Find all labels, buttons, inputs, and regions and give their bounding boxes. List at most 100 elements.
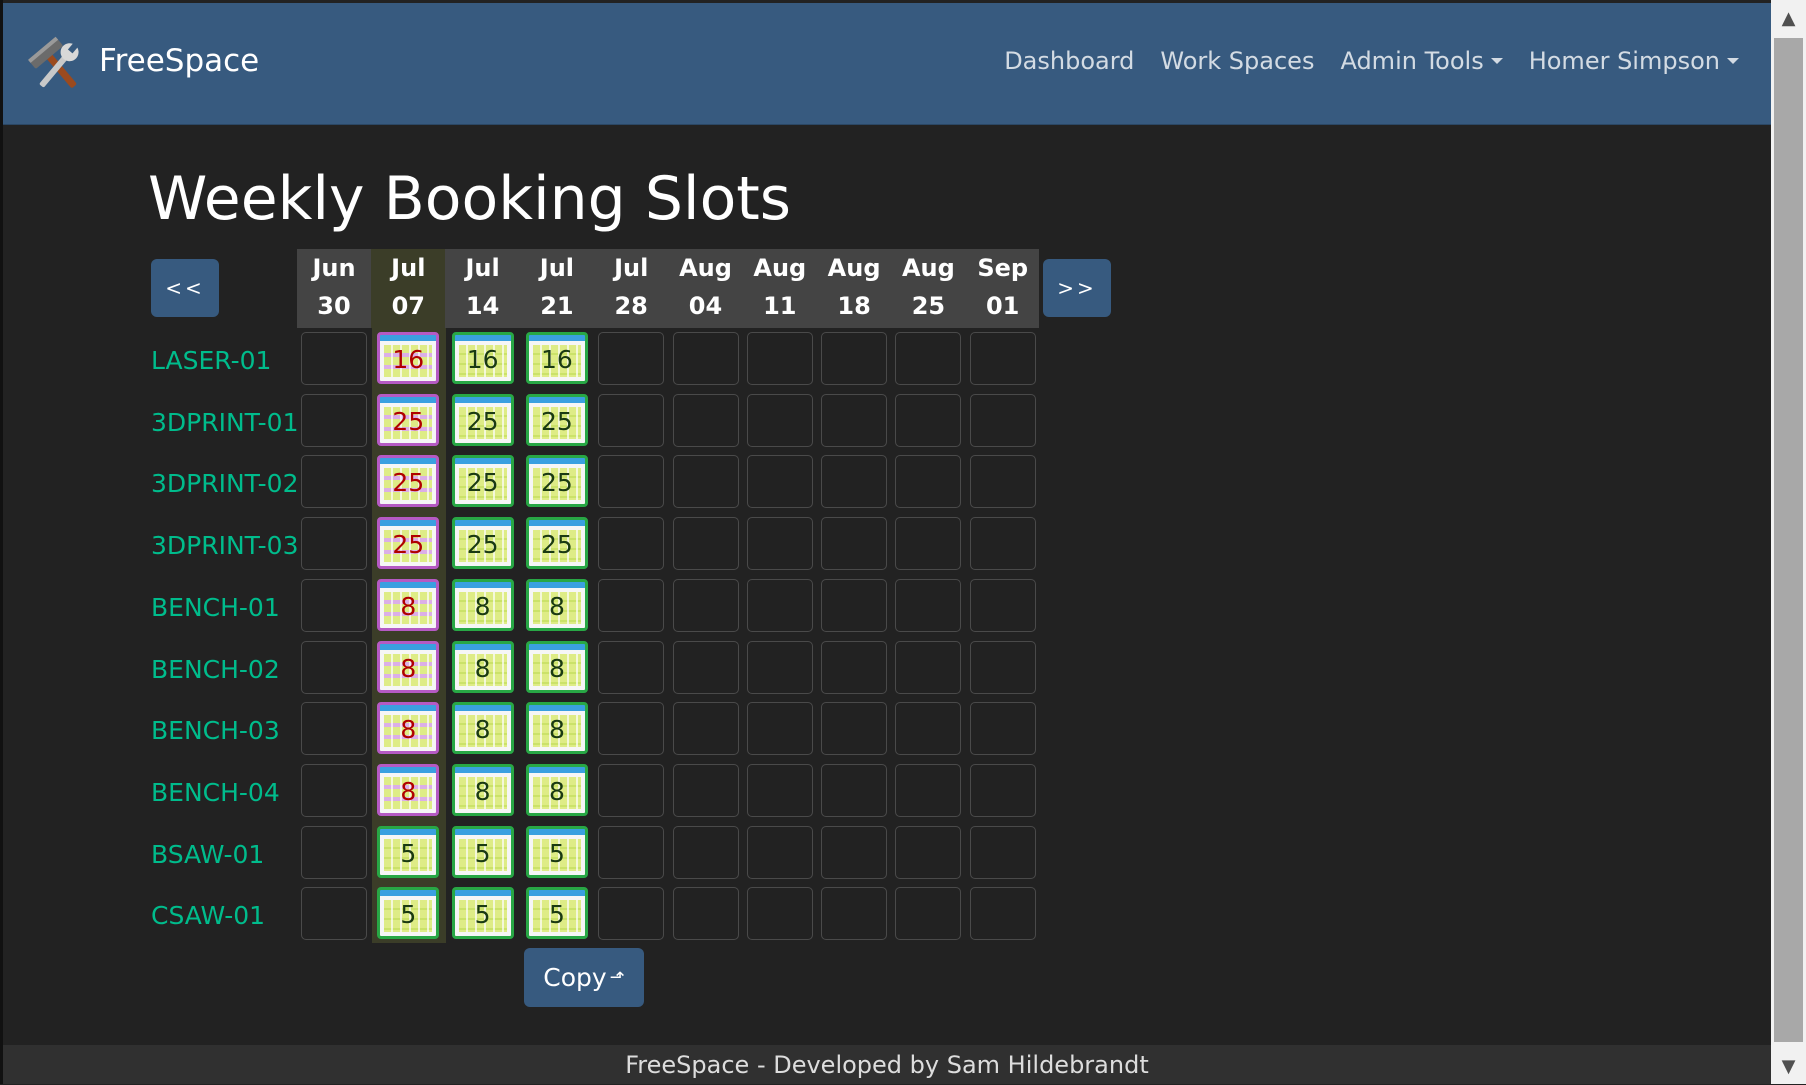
empty-slot-cell[interactable] <box>672 455 739 509</box>
empty-slot-cell[interactable] <box>598 702 665 756</box>
empty-slot-cell[interactable] <box>672 887 739 941</box>
booking-slot-pending[interactable]: 8 <box>377 702 440 755</box>
empty-slot-cell[interactable] <box>969 825 1036 879</box>
empty-slot-cell[interactable] <box>821 517 888 571</box>
empty-slot-cell[interactable] <box>969 455 1036 509</box>
empty-slot-cell[interactable] <box>301 455 367 509</box>
empty-slot-cell[interactable] <box>746 887 813 941</box>
empty-slot-cell[interactable] <box>598 455 665 509</box>
booking-slot-confirmed[interactable]: 8 <box>525 578 588 631</box>
empty-slot-cell[interactable] <box>821 825 888 879</box>
empty-slot-cell[interactable] <box>301 332 367 385</box>
empty-slot-cell[interactable] <box>821 640 888 694</box>
empty-slot-cell[interactable] <box>969 887 1036 941</box>
empty-slot-cell[interactable] <box>598 640 665 694</box>
empty-slot-cell[interactable] <box>746 578 813 632</box>
empty-slot-cell[interactable] <box>895 763 962 817</box>
previous-weeks-button[interactable]: << <box>151 259 219 317</box>
booking-slot-confirmed[interactable]: 5 <box>451 887 514 940</box>
empty-slot-cell[interactable] <box>969 517 1036 571</box>
empty-slot-cell[interactable] <box>672 825 739 879</box>
empty-slot-cell[interactable] <box>969 640 1036 694</box>
empty-slot-cell[interactable] <box>672 332 739 385</box>
empty-slot-cell[interactable] <box>598 763 665 817</box>
empty-slot-cell[interactable] <box>895 393 962 447</box>
empty-slot-cell[interactable] <box>969 578 1036 632</box>
booking-slot-confirmed[interactable]: 25 <box>451 517 514 570</box>
booking-slot-pending[interactable]: 25 <box>377 393 440 446</box>
empty-slot-cell[interactable] <box>895 455 962 509</box>
empty-slot-cell[interactable] <box>746 825 813 879</box>
empty-slot-cell[interactable] <box>672 517 739 571</box>
empty-slot-cell[interactable] <box>672 640 739 694</box>
empty-slot-cell[interactable] <box>598 825 665 879</box>
booking-slot-confirmed[interactable]: 25 <box>525 517 588 570</box>
nav-link-dashboard[interactable]: Dashboard <box>1004 47 1134 75</box>
booking-slot-confirmed[interactable]: 5 <box>377 825 440 878</box>
next-weeks-button[interactable]: >> <box>1043 259 1111 317</box>
space-link[interactable]: CSAW-01 <box>151 888 265 944</box>
brand[interactable]: FreeSpace <box>23 34 259 98</box>
booking-slot-confirmed[interactable]: 8 <box>525 702 588 755</box>
empty-slot-cell[interactable] <box>301 887 367 941</box>
empty-slot-cell[interactable] <box>746 763 813 817</box>
space-link[interactable]: 3DPRINT-03 <box>151 518 299 574</box>
booking-slot-confirmed[interactable]: 5 <box>451 825 514 878</box>
empty-slot-cell[interactable] <box>301 763 367 817</box>
nav-dropdown-user-menu[interactable]: Homer Simpson <box>1529 47 1739 75</box>
empty-slot-cell[interactable] <box>598 517 665 571</box>
booking-slot-pending[interactable]: 16 <box>377 332 440 384</box>
empty-slot-cell[interactable] <box>672 702 739 756</box>
empty-slot-cell[interactable] <box>746 702 813 756</box>
space-link[interactable]: BENCH-03 <box>151 703 280 759</box>
empty-slot-cell[interactable] <box>895 640 962 694</box>
empty-slot-cell[interactable] <box>895 332 962 385</box>
empty-slot-cell[interactable] <box>301 393 367 447</box>
space-link[interactable]: 3DPRINT-01 <box>151 395 299 451</box>
empty-slot-cell[interactable] <box>969 332 1036 385</box>
empty-slot-cell[interactable] <box>821 887 888 941</box>
vertical-scrollbar[interactable]: ▲ ▼ <box>1771 0 1806 1084</box>
booking-slot-confirmed[interactable]: 8 <box>451 578 514 631</box>
empty-slot-cell[interactable] <box>301 578 367 632</box>
empty-slot-cell[interactable] <box>672 763 739 817</box>
empty-slot-cell[interactable] <box>746 640 813 694</box>
booking-slot-confirmed[interactable]: 8 <box>451 640 514 693</box>
empty-slot-cell[interactable] <box>821 702 888 756</box>
empty-slot-cell[interactable] <box>895 578 962 632</box>
booking-slot-confirmed[interactable]: 8 <box>525 640 588 693</box>
booking-slot-pending[interactable]: 25 <box>377 517 440 570</box>
booking-slot-confirmed[interactable]: 25 <box>525 393 588 446</box>
space-link[interactable]: BENCH-04 <box>151 765 280 821</box>
empty-slot-cell[interactable] <box>746 393 813 447</box>
copy-button[interactable]: Copy ⬏ <box>524 948 644 1007</box>
empty-slot-cell[interactable] <box>821 332 888 385</box>
scroll-up-arrow-icon[interactable]: ▲ <box>1771 0 1806 36</box>
booking-slot-confirmed[interactable]: 8 <box>451 702 514 755</box>
booking-slot-pending[interactable]: 8 <box>377 640 440 693</box>
empty-slot-cell[interactable] <box>969 763 1036 817</box>
empty-slot-cell[interactable] <box>969 702 1036 756</box>
space-link[interactable]: BENCH-02 <box>151 642 280 698</box>
space-link[interactable]: LASER-01 <box>151 333 271 389</box>
empty-slot-cell[interactable] <box>598 887 665 941</box>
booking-slot-confirmed[interactable]: 5 <box>525 887 588 940</box>
scroll-down-arrow-icon[interactable]: ▼ <box>1771 1048 1806 1084</box>
empty-slot-cell[interactable] <box>598 578 665 632</box>
empty-slot-cell[interactable] <box>598 393 665 447</box>
empty-slot-cell[interactable] <box>672 578 739 632</box>
booking-slot-confirmed[interactable]: 8 <box>451 763 514 816</box>
empty-slot-cell[interactable] <box>746 332 813 385</box>
empty-slot-cell[interactable] <box>672 393 739 447</box>
empty-slot-cell[interactable] <box>821 763 888 817</box>
booking-slot-pending[interactable]: 8 <box>377 578 440 631</box>
empty-slot-cell[interactable] <box>821 393 888 447</box>
booking-slot-confirmed[interactable]: 25 <box>525 455 588 508</box>
booking-slot-confirmed[interactable]: 25 <box>451 455 514 508</box>
empty-slot-cell[interactable] <box>895 702 962 756</box>
nav-link-work-spaces[interactable]: Work Spaces <box>1160 47 1314 75</box>
empty-slot-cell[interactable] <box>895 517 962 571</box>
empty-slot-cell[interactable] <box>895 887 962 941</box>
booking-slot-pending[interactable]: 25 <box>377 455 440 508</box>
empty-slot-cell[interactable] <box>746 517 813 571</box>
